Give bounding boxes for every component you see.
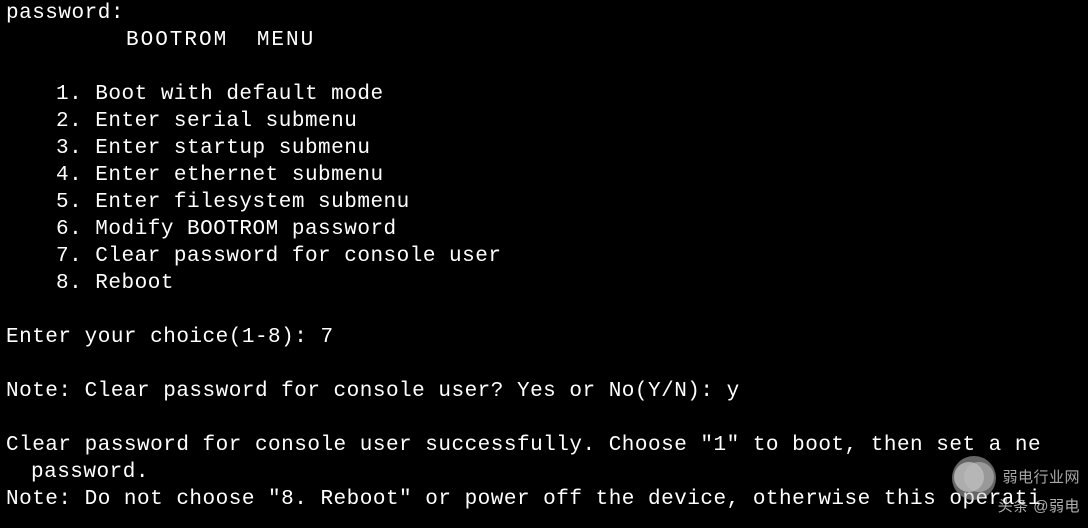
note-input[interactable]: y [727, 380, 740, 403]
password-prompt[interactable]: password: [6, 0, 1082, 27]
blank-line [6, 405, 1082, 432]
menu-item-5: 5. Enter filesystem submenu [6, 189, 1082, 216]
wechat-icon [952, 456, 996, 500]
watermark-brand: 弱电行业网 [1002, 470, 1080, 487]
menu-item-2: 2. Enter serial submenu [6, 108, 1082, 135]
watermark-source: 头条 @弱电 [998, 493, 1080, 520]
choice-prompt: Enter your choice(1-8): [6, 326, 320, 349]
menu-item-4: 4. Enter ethernet submenu [6, 162, 1082, 189]
blank-line [6, 297, 1082, 324]
note-prompt: Note: Clear password for console user? Y… [6, 380, 727, 403]
choice-input[interactable]: 7 [320, 326, 333, 349]
note-line[interactable]: Note: Clear password for console user? Y… [6, 378, 1082, 405]
menu-item-3: 3. Enter startup submenu [6, 135, 1082, 162]
success-message-line1: Clear password for console user successf… [6, 432, 1082, 459]
menu-title: BOOTROM MENU [6, 27, 1082, 54]
menu-item-7: 7. Clear password for console user [6, 243, 1082, 270]
choice-line[interactable]: Enter your choice(1-8): 7 [6, 324, 1082, 351]
success-message-line2: password. [6, 459, 1082, 486]
blank-line [6, 351, 1082, 378]
menu-item-1: 1. Boot with default mode [6, 81, 1082, 108]
blank-line [6, 54, 1082, 81]
menu-item-6: 6. Modify BOOTROM password [6, 216, 1082, 243]
terminal-output: password: BOOTROM MENU 1. Boot with defa… [0, 0, 1088, 513]
menu-item-8: 8. Reboot [6, 270, 1082, 297]
warning-message: Note: Do not choose "8. Reboot" or power… [6, 486, 1082, 513]
